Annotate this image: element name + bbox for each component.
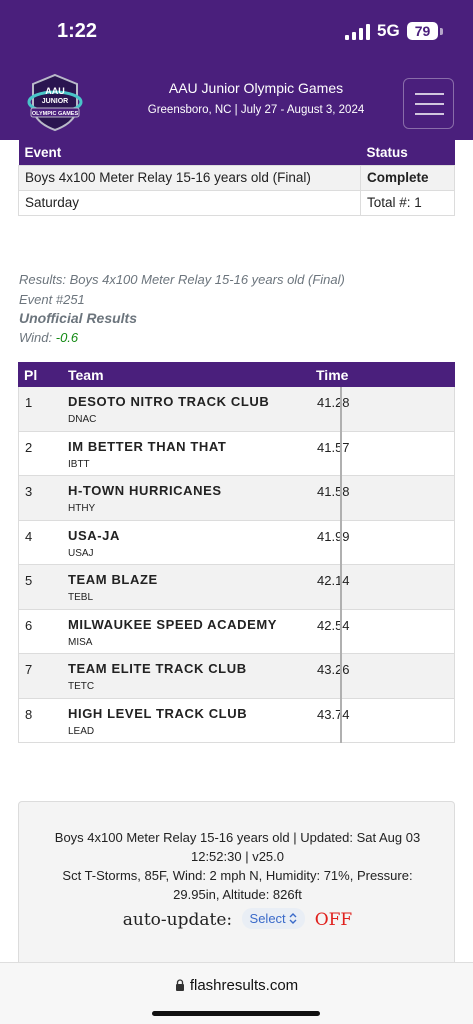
aau-logo[interactable]: AAU JUNIOR OLYMPIC GAMES: [25, 72, 85, 132]
menu-icon-bar: [415, 113, 444, 115]
menu-icon-bar: [415, 103, 444, 105]
table-row[interactable]: 3 H-TOWN HURRICANES HTHY 41.58: [18, 476, 455, 521]
browser-url-bar[interactable]: flashresults.com: [0, 962, 473, 1024]
weather-line1: Sct T-Storms, 85F, Wind: 2 mph N, Humidi…: [62, 868, 413, 883]
team-abbr: IBTT: [68, 458, 90, 470]
team-name: USA-JA: [68, 527, 120, 543]
team-name: HIGH LEVEL TRACK CLUB: [68, 705, 248, 721]
place: 1: [25, 395, 33, 410]
event-name: Boys 4x100 Meter Relay 15-16 years old (…: [18, 164, 361, 191]
event-table: Event Status Boys 4x100 Meter Relay 15-1…: [18, 140, 455, 216]
table-row[interactable]: 4 USA-JA USAJ 41.99: [18, 520, 455, 565]
event-total: Total #: 1: [360, 189, 455, 216]
update-info-text: Boys 4x100 Meter Relay 15-16 years old |…: [29, 828, 446, 904]
select-value: Select: [249, 911, 286, 926]
team-name: DESOTO NITRO TRACK CLUB: [68, 394, 270, 409]
place: 2: [25, 439, 33, 455]
wind-value: -0.6: [55, 330, 79, 345]
table-row[interactable]: 1 DESOTO NITRO TRACK CLUB DNAC 41.28: [18, 387, 455, 432]
weather-line2: 29.95in, Altitude: 826ft: [173, 887, 302, 902]
team-col-header: Team: [68, 367, 104, 383]
event-number: Event #251: [19, 292, 85, 307]
table-row[interactable]: 6 MILWAUKEE SPEED ACADEMY MISA 42.54: [18, 609, 455, 654]
site-title: AAU Junior Olympic Games: [168, 80, 344, 96]
results-title: Results: Boys 4x100 Meter Relay 15-16 ye…: [19, 272, 345, 287]
team-abbr: USAJ: [68, 547, 94, 559]
auto-update-label: auto-update:: [122, 910, 233, 930]
team-abbr: DNAC: [68, 414, 97, 425]
place: 4: [25, 528, 33, 544]
table-row[interactable]: 2 IM BETTER THAN THAT IBTT 41.57: [18, 431, 455, 476]
time: 41.57: [317, 439, 350, 455]
team-abbr: HTHY: [68, 503, 96, 514]
event-status: Complete: [360, 164, 455, 191]
unofficial-label: Unofficial Results: [19, 310, 137, 326]
logo-line3: OLYMPIC GAMES: [32, 111, 79, 117]
results-header: Pl Team Time: [18, 362, 455, 387]
team-name: MILWAUKEE SPEED ACADEMY: [68, 616, 278, 632]
logo-line2: JUNIOR: [42, 98, 68, 105]
event-day: Saturday: [18, 189, 361, 216]
time: 41.99: [317, 528, 350, 544]
table-row[interactable]: 7 TEAM ELITE TRACK CLUB TETC 43.26: [18, 654, 455, 699]
time: 43.74: [317, 706, 350, 722]
team-name: TEAM BLAZE: [68, 572, 158, 587]
team-abbr: TETC: [68, 681, 95, 692]
lock-icon: [175, 979, 184, 991]
update-line2: 12:52:30 | v25.0: [190, 849, 284, 864]
time-col-header: Time: [316, 367, 349, 383]
menu-button[interactable]: [403, 78, 454, 129]
menu-icon: [415, 93, 444, 95]
wind-label: Wind:: [19, 330, 56, 345]
team-abbr: LEAD: [68, 725, 95, 737]
team-abbr: MISA: [68, 636, 93, 648]
place: 3: [25, 484, 33, 499]
table-row[interactable]: 8 HIGH LEVEL TRACK CLUB LEAD 43.74: [18, 698, 455, 743]
table-row[interactable]: 5 TEAM BLAZE TEBL 42.14: [18, 565, 455, 610]
place: 8: [25, 706, 33, 722]
signal-icon: [345, 24, 370, 40]
time: 41.28: [317, 395, 350, 410]
auto-update-select[interactable]: Select: [241, 908, 306, 929]
battery-tip: [440, 28, 443, 35]
place-col-header: Pl: [24, 367, 38, 383]
status-time: 1:22: [57, 20, 98, 42]
url-text: flashresults.com: [189, 977, 299, 994]
site-subtitle: Greensboro, NC | July 27 - August 3, 202…: [147, 104, 365, 116]
place: 6: [25, 617, 33, 633]
auto-update-state: OFF: [314, 910, 353, 930]
time: 43.26: [317, 662, 350, 677]
team-name: H-TOWN HURRICANES: [68, 483, 222, 498]
select-chevron-icon: [289, 913, 297, 924]
update-info-box: Boys 4x100 Meter Relay 15-16 years old |…: [18, 801, 455, 971]
url-display[interactable]: flashresults.com: [0, 977, 473, 994]
team-abbr: TEBL: [68, 592, 94, 603]
auto-update-row: auto-update: Select OFF: [19, 908, 456, 930]
network-type: 5G: [377, 21, 400, 40]
status-bar: 1:22 5G 79: [0, 0, 473, 62]
site-header: 1:22 5G 79 AAU JUNIOR OLYMPIC GAMES AAU …: [0, 0, 473, 140]
wind-reading: Wind: -0.6: [19, 330, 78, 345]
time-column-divider: [340, 387, 342, 743]
time: 42.54: [317, 617, 350, 633]
team-name: TEAM ELITE TRACK CLUB: [68, 661, 247, 676]
results-table: Pl Team Time 1 DESOTO NITRO TRACK CLUB D…: [18, 362, 455, 743]
home-indicator[interactable]: [152, 1011, 320, 1016]
battery-icon: 79: [407, 22, 438, 40]
logo-line1: AAU: [45, 86, 65, 96]
time: 42.14: [317, 573, 350, 588]
status-col-header: Status: [360, 140, 455, 165]
place: 7: [25, 662, 33, 677]
place: 5: [25, 573, 33, 588]
time: 41.58: [317, 484, 350, 499]
update-line1: Boys 4x100 Meter Relay 15-16 years old |…: [54, 830, 421, 845]
team-name: IM BETTER THAN THAT: [68, 438, 227, 454]
event-col-header: Event: [18, 140, 361, 165]
